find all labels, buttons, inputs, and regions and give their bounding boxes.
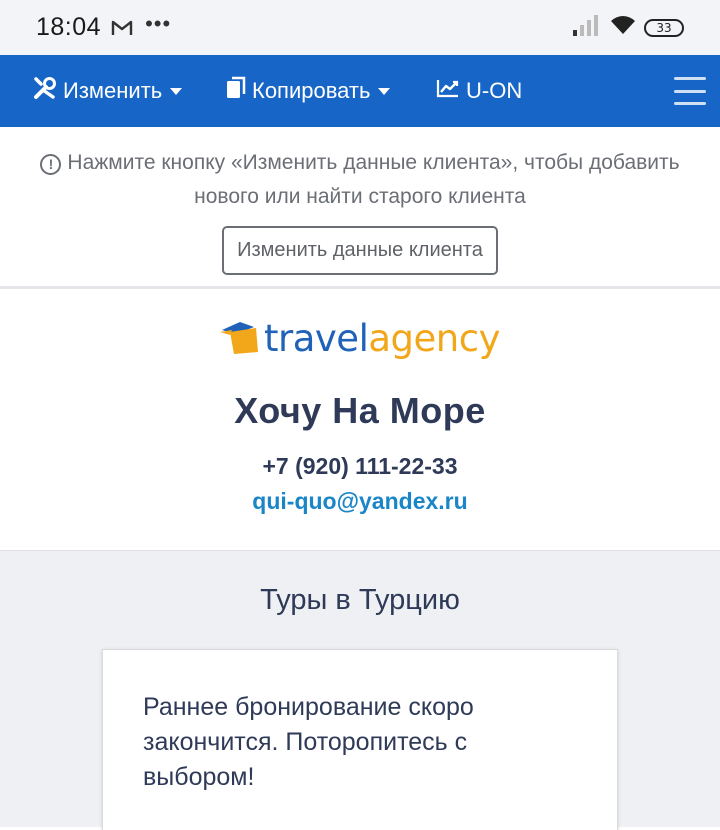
tours-section: Туры в Турцию Раннее бронирование скоро …: [0, 551, 720, 830]
more-dots-icon: •••: [145, 10, 172, 36]
gmail-icon: [111, 18, 135, 38]
status-bar: 18:04 ••• 33: [0, 0, 720, 55]
notice-text-block: ! Нажмите кнопку «Изменить данные клиента…: [0, 127, 720, 214]
hamburger-menu-icon[interactable]: [674, 77, 706, 105]
edit-client-data-button[interactable]: Изменить данные клиента: [222, 226, 498, 275]
edit-dropdown-button[interactable]: Изменить: [33, 55, 183, 127]
copy-label: Копировать: [252, 78, 371, 103]
chart-line-icon: [436, 78, 460, 104]
logo-text: travelagency: [264, 316, 500, 360]
signal-icon: [572, 14, 602, 41]
info-icon: !: [40, 154, 62, 175]
chevron-down-icon: [170, 87, 183, 95]
copy-icon: [226, 76, 246, 106]
tools-icon: [33, 76, 57, 106]
uon-label: U-ON: [466, 78, 523, 103]
status-time: 18:04: [36, 13, 102, 41]
promo-card-text: Раннее бронирование скоро закончится. По…: [143, 693, 474, 791]
section-title: Туры в Турцию: [260, 584, 460, 616]
agency-email-link[interactable]: qui-quo@yandex.ru: [0, 488, 720, 515]
top-toolbar: Изменить Копировать U-ON: [0, 55, 720, 127]
wifi-icon: [610, 15, 636, 40]
client-notice: ! Нажмите кнопку «Изменить данные клиента…: [0, 127, 720, 289]
agency-phone[interactable]: +7 (920) 111-22-33: [0, 453, 720, 480]
chevron-down-icon: [378, 87, 391, 95]
notice-text: Нажмите кнопку «Изменить данные клиента»…: [67, 151, 680, 208]
battery-icon: 33: [644, 18, 684, 37]
edit-label: Изменить: [63, 78, 163, 103]
copy-dropdown-button[interactable]: Копировать: [226, 55, 391, 127]
logo-plane-icon: [220, 322, 259, 354]
travelagency-logo: travelagency: [220, 315, 500, 361]
agency-info: travelagency Хочу На Море +7 (920) 111-2…: [0, 289, 720, 551]
promo-card: Раннее бронирование скоро закончится. По…: [102, 649, 618, 830]
agency-name: Хочу На Море: [234, 390, 486, 431]
uon-button[interactable]: U-ON: [436, 55, 522, 127]
